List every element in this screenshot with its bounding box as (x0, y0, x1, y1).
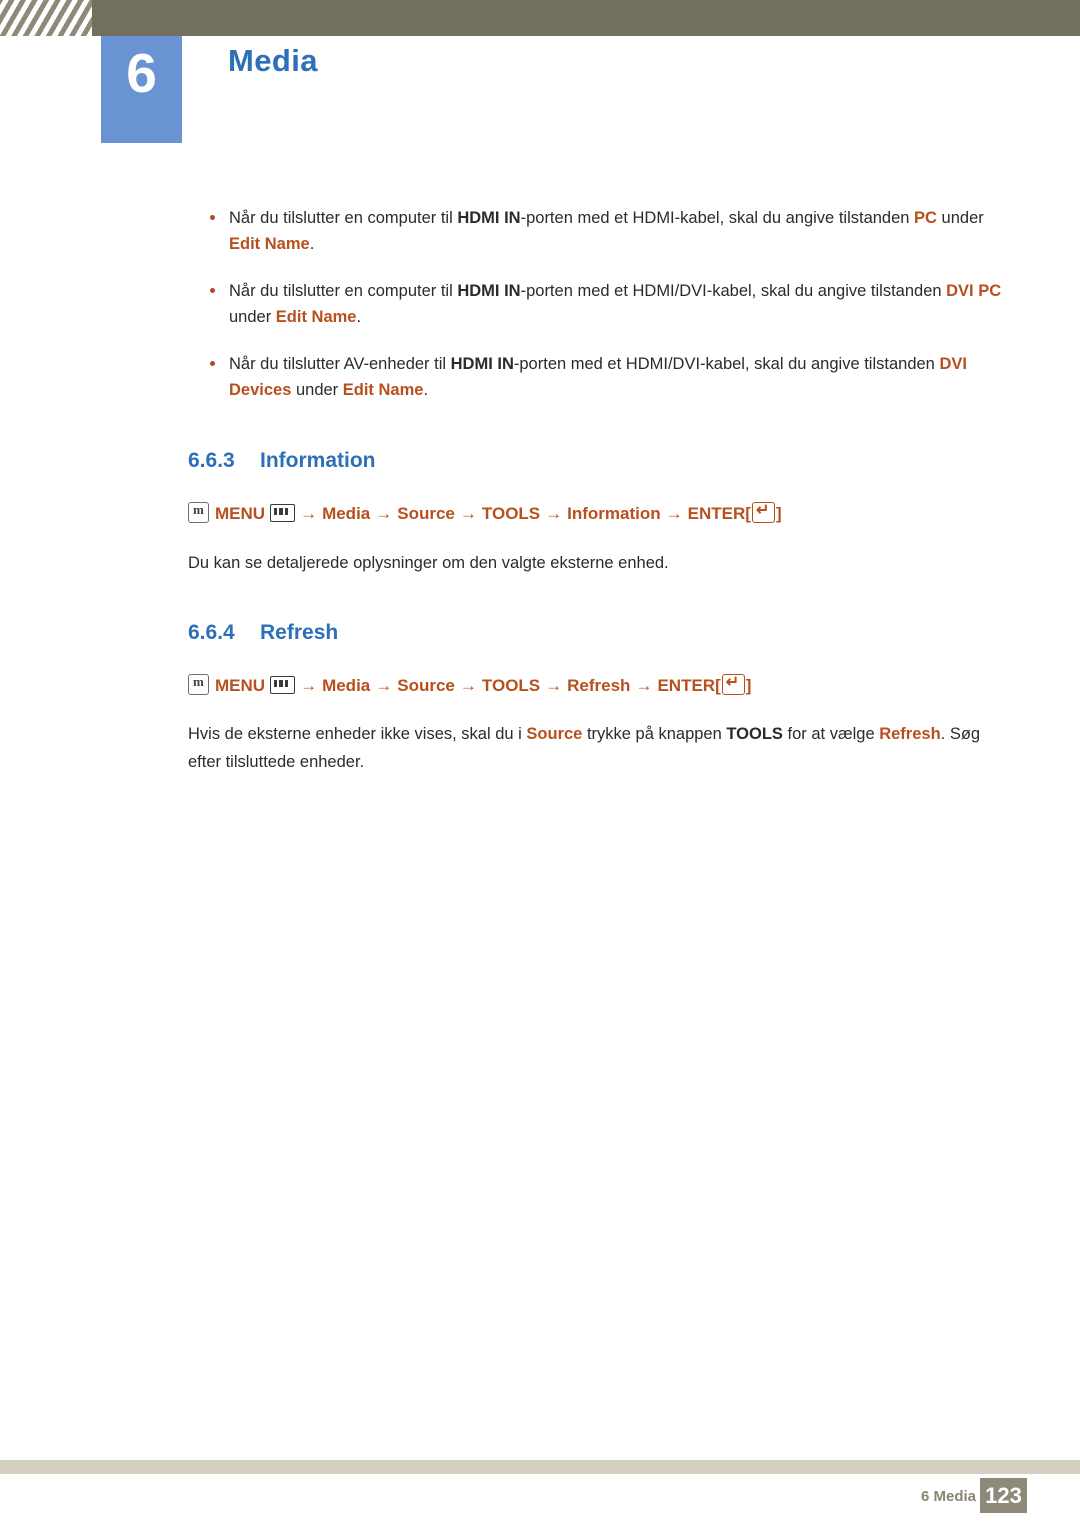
arrow-icon: → (375, 504, 393, 523)
enter-label: ENTER (687, 504, 746, 523)
menu-path-refresh: MENU→Media→Source→TOOLS→Refresh→ENTER[] (188, 672, 1080, 696)
menu-label: MENU (215, 676, 266, 695)
text-run: trykke på knappen (582, 725, 727, 743)
enter-key-icon (751, 500, 775, 523)
bracket-open: [ (715, 676, 721, 695)
text-run: Refresh (879, 725, 941, 743)
text-run: -porten med et HDMI/DVI-kabel, skal du a… (520, 282, 947, 300)
bullet-dot-icon (210, 215, 215, 220)
menu-key-icon (188, 674, 209, 695)
text-run: TOOLS (726, 725, 783, 743)
bullet-dot-icon (210, 361, 215, 366)
text-run: Når du tilslutter en computer til (229, 209, 458, 227)
list-item: Når du tilslutter en computer til HDMI I… (188, 278, 1019, 330)
text-run: . (356, 308, 362, 326)
menu-step: Source (397, 504, 455, 523)
text-run: under (936, 209, 984, 227)
footer-page-number: 123 (980, 1478, 1027, 1513)
notes-bullet-list: Når du tilslutter en computer til HDMI I… (0, 205, 1080, 403)
text-run: Når du tilslutter en computer til (229, 282, 458, 300)
section-title: Information (260, 449, 376, 472)
bullet-text: Når du tilslutter AV-enheder til HDMI IN… (229, 355, 967, 399)
text-run: PC (914, 209, 937, 227)
text-run: Edit Name (275, 308, 357, 326)
text-run: Edit Name (342, 381, 424, 399)
bullet-dot-icon (210, 288, 215, 293)
text-run: HDMI IN (450, 355, 514, 373)
menu-step: Media (322, 676, 371, 695)
page-content: Når du tilslutter en computer til HDMI I… (0, 205, 1080, 793)
enter-label: ENTER (657, 676, 716, 695)
bracket-open: [ (745, 504, 751, 523)
chapter-title: Media (228, 43, 318, 78)
arrow-icon: → (459, 676, 477, 695)
header-bar (0, 0, 1080, 36)
arrow-icon: → (545, 504, 563, 523)
menu-step: Refresh (567, 676, 631, 695)
header-hatch-decoration (0, 0, 92, 36)
bullet-text: Når du tilslutter en computer til HDMI I… (229, 282, 1001, 326)
menu-path-information: MENU→Media→Source→TOOLS→Information→ENTE… (188, 500, 1080, 524)
text-run: -porten med et HDMI/DVI-kabel, skal du a… (513, 355, 940, 373)
text-run: Edit Name (229, 235, 310, 253)
text-run: . (309, 235, 315, 253)
menu-step: Information (567, 504, 661, 523)
text-run: under (291, 381, 343, 399)
bracket-close: ] (745, 676, 752, 695)
text-run: . (423, 381, 429, 399)
menu-label: MENU (215, 504, 266, 523)
chapter-number-badge: 6 (101, 36, 182, 143)
arrow-icon: → (300, 676, 318, 695)
arrow-icon: → (459, 504, 477, 523)
enter-key-icon (721, 672, 745, 695)
menu-step: Media (322, 504, 371, 523)
list-item: Når du tilslutter en computer til HDMI I… (188, 205, 1019, 257)
list-item: Når du tilslutter AV-enheder til HDMI IN… (188, 351, 1019, 403)
section-title: Refresh (260, 621, 339, 644)
arrow-icon: → (300, 504, 318, 523)
bracket-close: ] (775, 504, 782, 523)
arrow-icon: → (375, 676, 393, 695)
arrow-icon: → (635, 676, 653, 695)
text-run: HDMI IN (457, 282, 521, 300)
arrow-icon: → (545, 676, 563, 695)
information-description: Du kan se detaljerede oplysninger om den… (188, 554, 669, 572)
menu-step: TOOLS (481, 504, 541, 523)
text-run: -porten med et HDMI-kabel, skal du angiv… (520, 209, 915, 227)
refresh-description: Hvis de eksterne enheder ikke vises, ska… (188, 720, 988, 776)
text-run: under (229, 308, 276, 326)
text-run: Når du tilslutter AV-enheder til (229, 355, 451, 373)
bullet-text: Når du tilslutter en computer til HDMI I… (229, 209, 984, 253)
menu-step: TOOLS (481, 676, 541, 695)
text-run: for at vælge (782, 725, 880, 743)
section-number: 6.6.3 (188, 449, 235, 472)
arrow-icon: → (665, 504, 683, 523)
text-run: Source (526, 725, 583, 743)
menu-key-icon (188, 502, 209, 523)
text-run: Hvis de eksterne enheder ikke vises, ska… (188, 725, 527, 743)
menu-step: Source (397, 676, 455, 695)
menu-bars-icon (270, 504, 296, 522)
section-number: 6.6.4 (188, 621, 235, 644)
footer-rule (0, 1460, 1080, 1474)
text-run: DVI PC (946, 282, 1002, 300)
footer-label: 6 Media (920, 1488, 976, 1505)
menu-bars-icon (270, 676, 296, 694)
text-run: HDMI IN (457, 209, 521, 227)
section-heading-refresh: 6.6.4 Refresh (188, 621, 1080, 645)
section-heading-information: 6.6.3 Information (188, 449, 1080, 473)
